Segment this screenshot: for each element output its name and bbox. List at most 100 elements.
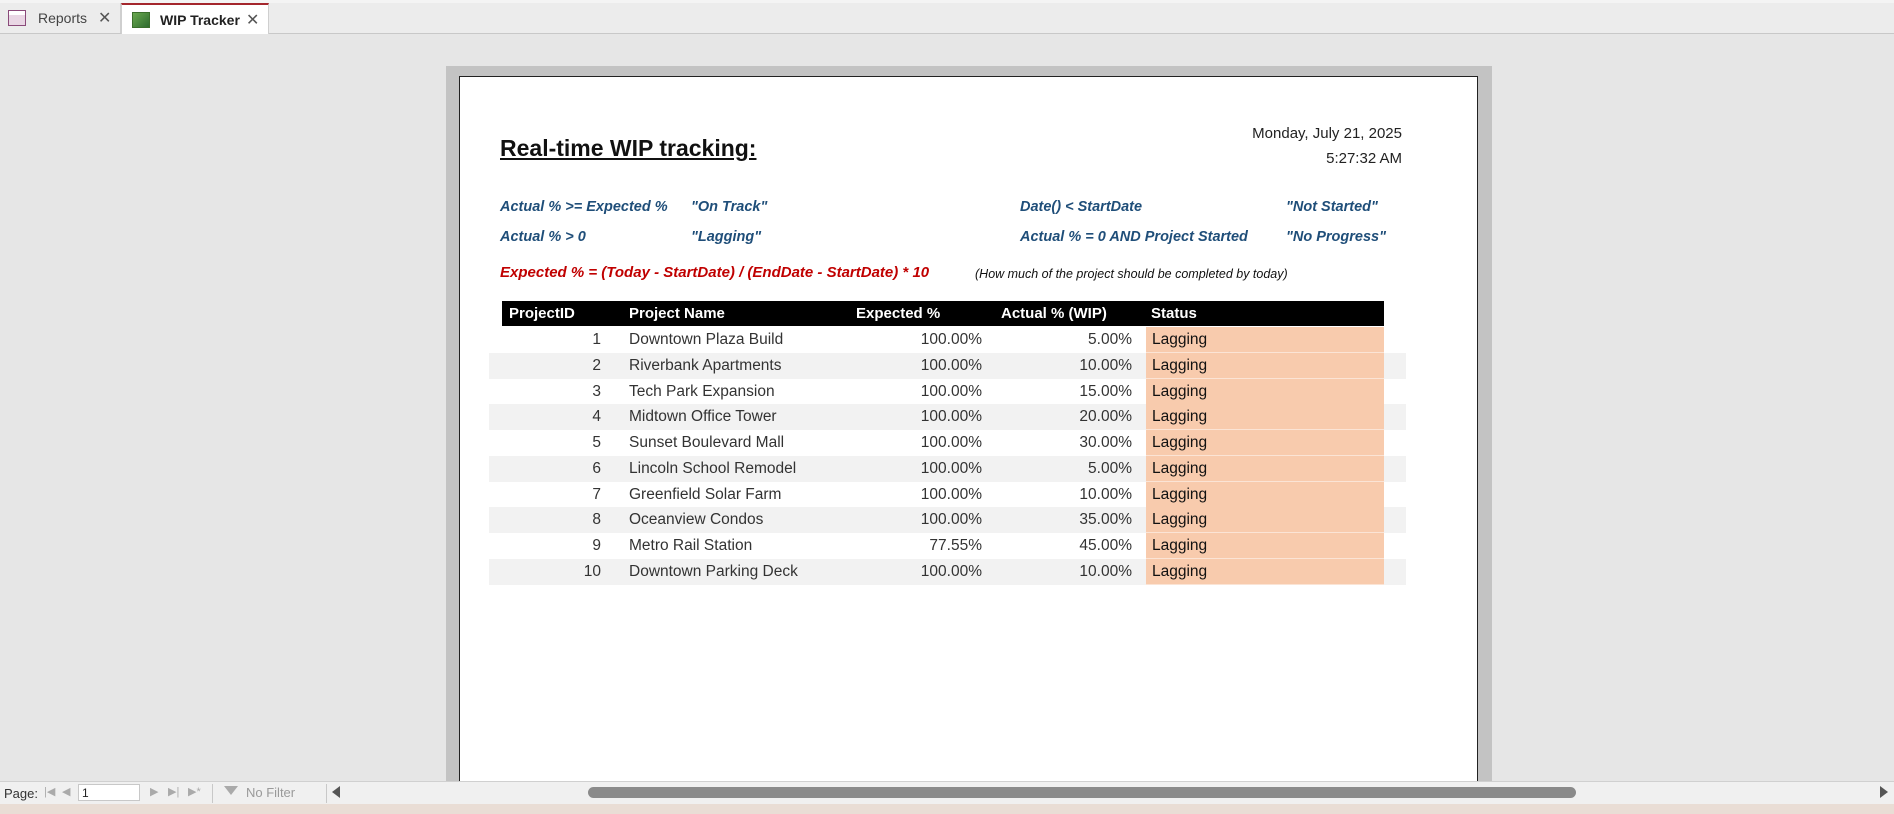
- tab-reports-label: Reports: [38, 10, 88, 26]
- next-page-icon[interactable]: ▶: [150, 785, 158, 798]
- cell-projectid: 7: [592, 486, 601, 503]
- cell-projectid: 3: [592, 383, 601, 400]
- column-header-actual: Actual % (WIP): [1001, 305, 1107, 322]
- horizontal-scrollbar-thumb[interactable]: [588, 787, 1576, 798]
- rule-result-lagging: "Lagging": [691, 229, 762, 245]
- cell-status: Lagging: [1146, 533, 1384, 559]
- cell-project-name: Greenfield Solar Farm: [629, 486, 782, 503]
- rule-result-on-track: "On Track": [691, 199, 768, 215]
- cell-expected: 100.00%: [920, 408, 982, 425]
- cell-projectid: 2: [592, 357, 601, 374]
- report-date: Monday, July 21, 2025: [1252, 125, 1402, 142]
- cell-expected: 100.00%: [920, 383, 982, 400]
- rule-condition-not-started: Date() < StartDate: [1020, 199, 1143, 215]
- tab-wip-tracker-label: WIP Tracker: [160, 11, 240, 28]
- column-header-projectid: ProjectID: [509, 305, 575, 322]
- cell-project-name: Midtown Office Tower: [629, 408, 777, 425]
- new-record-icon[interactable]: ▶*: [188, 785, 201, 798]
- table-row: 10 Downtown Parking Deck 100.00% 10.00% …: [489, 559, 1406, 585]
- table-row: 2 Riverbank Apartments 100.00% 10.00% La…: [489, 353, 1406, 379]
- cell-projectid: 5: [592, 434, 601, 451]
- cell-project-name: Downtown Parking Deck: [629, 563, 798, 580]
- close-icon[interactable]: ✕: [246, 10, 259, 30]
- table-row: 7 Greenfield Solar Farm 100.00% 10.00% L…: [489, 482, 1406, 508]
- window-bottom-edge: [0, 804, 1894, 814]
- first-page-icon[interactable]: |◀: [44, 785, 55, 798]
- column-header-expected: Expected %: [856, 305, 941, 322]
- cell-expected: 77.55%: [929, 537, 982, 554]
- cell-expected: 100.00%: [920, 460, 982, 477]
- cell-project-name: Sunset Boulevard Mall: [629, 434, 785, 451]
- table-row: 9 Metro Rail Station 77.55% 45.00% Laggi…: [489, 533, 1406, 559]
- cell-status: Lagging: [1146, 559, 1384, 585]
- cell-status: Lagging: [1146, 482, 1384, 508]
- column-header-status: Status: [1151, 305, 1197, 322]
- cell-actual: 15.00%: [1079, 383, 1132, 400]
- last-page-icon[interactable]: ▶|: [168, 785, 179, 798]
- cell-actual: 35.00%: [1079, 511, 1132, 528]
- cell-status: Lagging: [1146, 327, 1384, 353]
- tab-reports[interactable]: Reports ✕: [0, 3, 121, 33]
- report-icon: [132, 11, 150, 28]
- table-row: 1 Downtown Plaza Build 100.00% 5.00% Lag…: [489, 327, 1406, 353]
- report-list-icon: [8, 10, 26, 26]
- cell-project-name: Tech Park Expansion: [629, 383, 775, 400]
- cell-project-name: Downtown Plaza Build: [629, 331, 784, 348]
- page-number-input[interactable]: [78, 784, 140, 801]
- expected-formula: Expected % = (Today - StartDate) / (EndD…: [500, 264, 930, 281]
- cell-expected: 100.00%: [920, 434, 982, 451]
- rule-result-not-started: "Not Started": [1286, 199, 1378, 215]
- cell-status: Lagging: [1146, 404, 1384, 430]
- column-header-project-name: Project Name: [629, 305, 725, 322]
- cell-actual: 10.00%: [1079, 486, 1132, 503]
- cell-actual: 5.00%: [1088, 331, 1132, 348]
- report-title: Real-time WIP tracking:: [500, 135, 757, 161]
- cell-projectid: 9: [592, 537, 601, 554]
- cell-actual: 20.00%: [1079, 408, 1132, 425]
- cell-project-name: Lincoln School Remodel: [629, 460, 797, 477]
- cell-projectid: 1: [592, 331, 601, 348]
- rule-condition-on-track: Actual % >= Expected %: [500, 199, 668, 215]
- cell-actual: 45.00%: [1079, 537, 1132, 554]
- tab-wip-tracker[interactable]: WIP Tracker ✕: [121, 3, 269, 34]
- table-row: 5 Sunset Boulevard Mall 100.00% 30.00% L…: [489, 430, 1406, 456]
- close-icon[interactable]: ✕: [98, 8, 111, 28]
- cell-status: Lagging: [1146, 379, 1384, 405]
- cell-project-name: Metro Rail Station: [629, 537, 753, 554]
- scroll-right-arrow-icon[interactable]: [1880, 786, 1888, 798]
- no-filter-button[interactable]: No Filter: [246, 785, 295, 800]
- page-label: Page:: [4, 786, 38, 801]
- cell-expected: 100.00%: [920, 331, 982, 348]
- cell-expected: 100.00%: [920, 357, 982, 374]
- rule-condition-no-progress: Actual % = 0 AND Project Started: [1020, 229, 1248, 245]
- cell-expected: 100.00%: [920, 486, 982, 503]
- cell-projectid: 4: [592, 408, 601, 425]
- cell-expected: 100.00%: [920, 563, 982, 580]
- status-separator: [326, 784, 327, 803]
- cell-projectid: 8: [592, 511, 601, 528]
- cell-status: Lagging: [1146, 430, 1384, 456]
- cell-actual: 5.00%: [1088, 460, 1132, 477]
- rule-condition-lagging: Actual % > 0: [500, 229, 586, 245]
- cell-project-name: Oceanview Condos: [629, 511, 764, 528]
- cell-project-name: Riverbank Apartments: [629, 357, 782, 374]
- filter-icon: [224, 786, 238, 795]
- cell-status: Lagging: [1146, 507, 1384, 533]
- rule-result-no-progress: "No Progress": [1286, 229, 1386, 245]
- status-separator: [212, 784, 213, 803]
- cell-actual: 30.00%: [1079, 434, 1132, 451]
- cell-status: Lagging: [1146, 456, 1384, 482]
- table-row: 3 Tech Park Expansion 100.00% 15.00% Lag…: [489, 379, 1406, 405]
- table-row: 8 Oceanview Condos 100.00% 35.00% Laggin…: [489, 507, 1406, 533]
- cell-status: Lagging: [1146, 353, 1384, 379]
- document-tab-bar: Reports ✕ WIP Tracker ✕: [0, 3, 1894, 34]
- scroll-left-arrow-icon[interactable]: [332, 786, 340, 798]
- formula-note: (How much of the project should be compl…: [975, 267, 1288, 281]
- report-time: 5:27:32 AM: [1326, 150, 1402, 167]
- cell-projectid: 10: [583, 563, 601, 580]
- previous-page-icon[interactable]: ◀: [62, 785, 70, 798]
- table-header: ProjectID Project Name Expected % Actual…: [502, 301, 1384, 326]
- cell-actual: 10.00%: [1079, 357, 1132, 374]
- cell-expected: 100.00%: [920, 511, 982, 528]
- cell-projectid: 6: [592, 460, 601, 477]
